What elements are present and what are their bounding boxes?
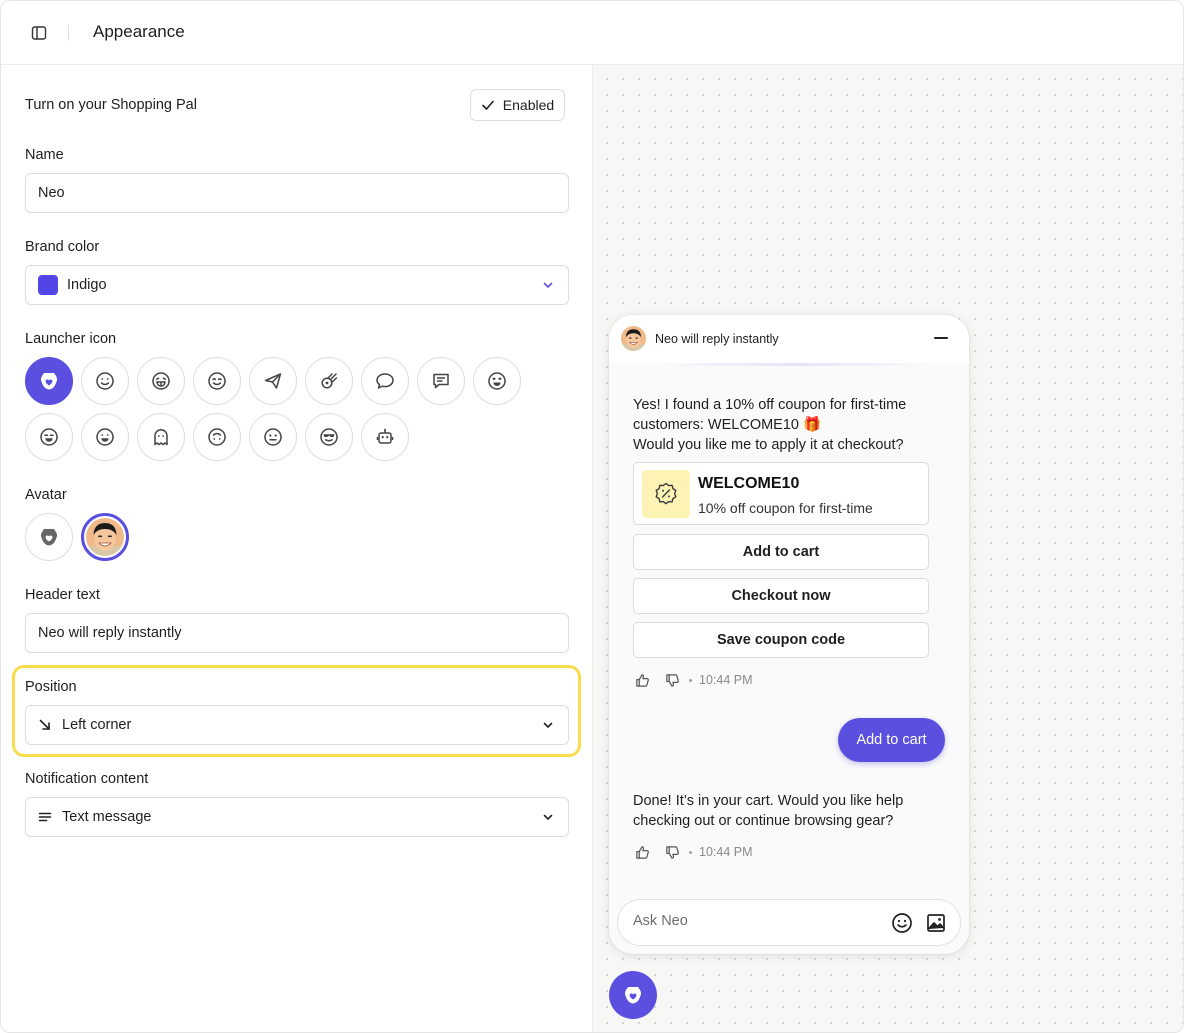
bot-message: Done! It’s in your cart. Would you like … <box>633 791 933 831</box>
separator-dot <box>689 850 692 854</box>
position-select[interactable]: Left corner <box>25 705 569 745</box>
chat-launcher-button[interactable] <box>609 971 657 1019</box>
timestamp: 10:44 PM <box>699 845 753 859</box>
separator-dot <box>689 678 692 682</box>
thumbs-up-icon[interactable] <box>633 843 651 861</box>
save-coupon-code-button[interactable]: Save coupon code <box>633 622 929 658</box>
app-window: Appearance Turn on your Shopping Pal Ena… <box>0 0 1184 1033</box>
bag-heart-icon <box>625 987 641 1004</box>
color-swatch <box>38 275 58 295</box>
check-icon <box>481 100 494 110</box>
speech-bubble-icon[interactable] <box>361 357 409 405</box>
thumbs-down-icon[interactable] <box>663 671 681 689</box>
laugh-icon[interactable] <box>137 357 185 405</box>
emoji-icon[interactable] <box>891 912 913 934</box>
avatar <box>621 326 646 351</box>
enabled-toggle-button[interactable]: Enabled <box>470 89 565 121</box>
enable-label: Turn on your Shopping Pal <box>25 97 197 113</box>
coupon-code: WELCOME10 <box>698 475 800 492</box>
bot-message-line: customers: WELCOME10 🎁 <box>633 417 822 433</box>
squint-smile-icon[interactable] <box>25 413 73 461</box>
notification-label: Notification content <box>25 771 149 787</box>
minimize-icon[interactable] <box>934 337 948 339</box>
paper-plane-icon[interactable] <box>249 357 297 405</box>
name-label: Name <box>25 147 64 163</box>
header-text-input[interactable]: Neo will reply instantly <box>25 613 569 653</box>
avatar-label: Avatar <box>25 487 67 503</box>
checkout-now-button[interactable]: Checkout now <box>633 578 929 614</box>
bot-message-line: Done! It’s in your cart. Would you like … <box>633 793 904 809</box>
grin-icon[interactable] <box>193 357 241 405</box>
chevron-down-icon <box>543 814 553 821</box>
user-message: Add to cart <box>838 718 945 762</box>
beam-icon[interactable] <box>81 413 129 461</box>
brand-color-value: Indigo <box>67 277 107 293</box>
person-photo <box>86 518 124 556</box>
launcher-icon-label: Launcher icon <box>25 331 117 347</box>
ghost-icon[interactable] <box>137 413 185 461</box>
divider <box>68 25 69 41</box>
image-icon[interactable] <box>925 912 947 934</box>
avatar-option-photo[interactable] <box>81 513 129 561</box>
neutral-icon[interactable] <box>249 413 297 461</box>
lines-icon <box>38 812 52 822</box>
message-meta: 10:44 PM <box>633 671 753 689</box>
bot-message-line: Would you like me to apply it at checkou… <box>633 437 904 453</box>
scroll-fade <box>659 363 931 366</box>
heart-eyes-icon[interactable] <box>473 357 521 405</box>
thumbs-up-icon[interactable] <box>633 671 651 689</box>
avatar-option-bag-heart-icon[interactable] <box>25 513 73 561</box>
smile-icon[interactable] <box>81 357 129 405</box>
enabled-label: Enabled <box>502 97 555 113</box>
position-value: Left corner <box>62 717 132 733</box>
arrow-down-right-icon <box>39 719 50 730</box>
coupon-description: 10% off coupon for first-time <box>698 500 873 516</box>
bot-message: Yes! I found a 10% off coupon for first-… <box>633 395 933 455</box>
chat-header-title: Neo will reply instantly <box>655 332 779 346</box>
settings-panel: Turn on your Shopping Pal Enabled Name N… <box>1 65 593 1032</box>
brand-color-select[interactable]: Indigo <box>25 265 569 305</box>
header-text-label: Header text <box>25 587 100 603</box>
bot-message-line: Yes! I found a 10% off coupon for first-… <box>633 397 907 413</box>
robot-icon[interactable] <box>361 413 409 461</box>
coupon-card: WELCOME10 10% off coupon for first-time <box>633 462 929 525</box>
message-lines-icon[interactable] <box>417 357 465 405</box>
message-meta: 10:44 PM <box>633 843 753 861</box>
thumbs-down-icon[interactable] <box>663 843 681 861</box>
name-input[interactable]: Neo <box>25 173 569 213</box>
notification-value: Text message <box>62 809 152 825</box>
chevron-down-icon <box>543 722 553 729</box>
bag-heart-icon[interactable] <box>25 357 73 405</box>
bot-message-line: checking out or continue browsing gear? <box>633 813 894 829</box>
top-bar: Appearance <box>1 1 1183 65</box>
chat-widget: Neo will reply instantly Yes! I found a … <box>609 315 969 954</box>
sidebar-toggle-icon[interactable] <box>29 23 49 43</box>
coupon-badge <box>642 470 690 518</box>
notification-select[interactable]: Text message <box>25 797 569 837</box>
timestamp: 10:44 PM <box>699 673 753 687</box>
preview-panel: Neo will reply instantly Yes! I found a … <box>593 65 1183 1032</box>
sunglasses-icon[interactable] <box>305 413 353 461</box>
discount-icon <box>655 482 677 505</box>
page-title: Appearance <box>93 22 185 41</box>
chat-header: Neo will reply instantly <box>609 315 969 363</box>
chevron-down-icon <box>543 282 553 289</box>
ask-input[interactable] <box>633 913 883 929</box>
upside-smile-icon[interactable] <box>193 413 241 461</box>
chat-composer <box>617 899 961 946</box>
brand-color-label: Brand color <box>25 239 100 255</box>
add-to-cart-button[interactable]: Add to cart <box>633 534 929 570</box>
position-label: Position <box>25 679 77 695</box>
comet-icon[interactable] <box>305 357 353 405</box>
